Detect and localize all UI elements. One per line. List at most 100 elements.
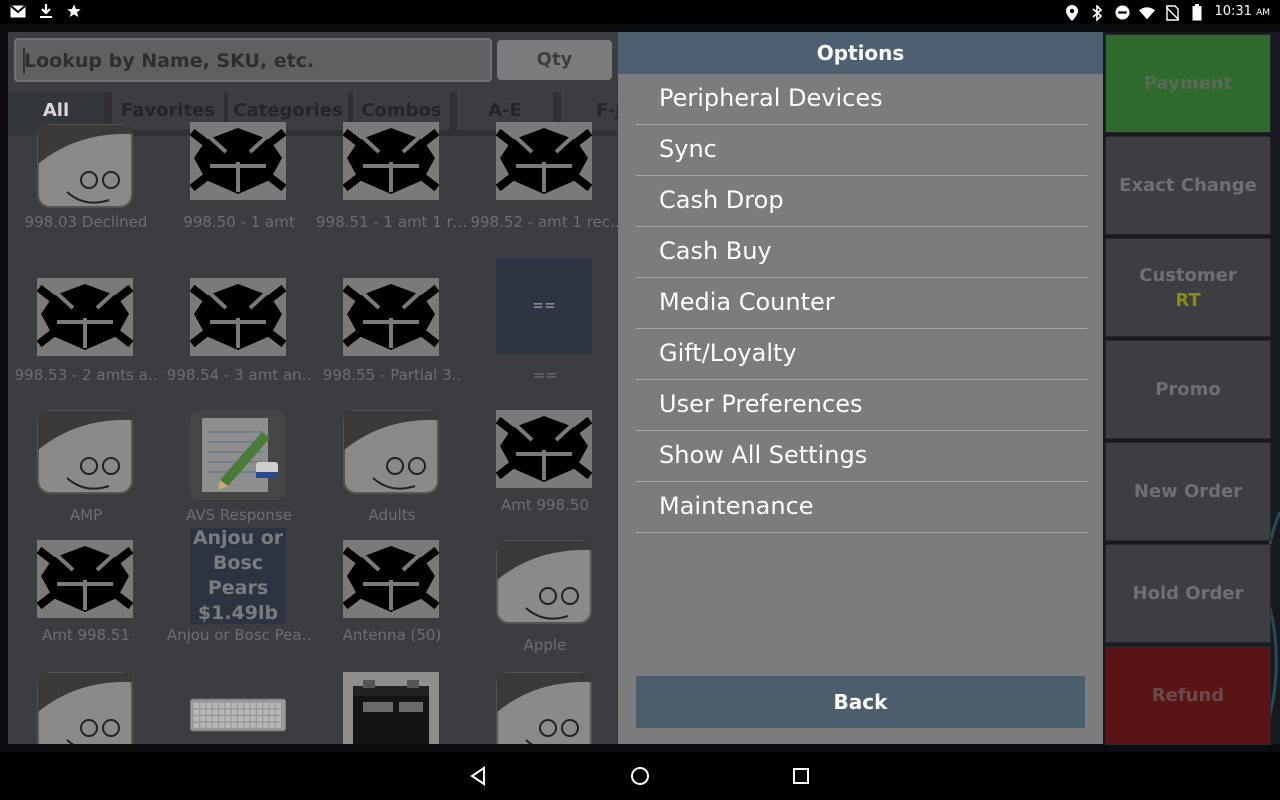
product-tile[interactable]: Adults [316,410,466,538]
product-label: 998.55 - Partial 3.. [322,366,462,384]
logo-image [189,278,287,356]
option-maintenance[interactable]: Maintenance [636,482,1087,533]
face-image [496,672,592,744]
do-not-disturb-icon [1114,5,1130,21]
back-button[interactable]: Back [636,676,1085,728]
product-tile[interactable]: 998.51 - 1 amt 1 re.. [316,122,468,272]
product-tile[interactable]: 998.54 - 3 amt an.. [163,278,313,406]
exact-change-button[interactable]: Exact Change [1105,136,1271,235]
logo-image [495,122,593,200]
product-image [189,672,287,744]
product-tile[interactable]: Amt 998.50 [469,410,618,538]
option-user-preferences[interactable]: User Preferences [636,380,1087,431]
logo-image [36,278,134,356]
search-placeholder: Lookup by Name, SKU, etc. [24,50,315,72]
product-label: 998.51 - 1 amt 1 re.. [316,213,468,231]
home-icon[interactable] [628,764,652,788]
logo-image [36,540,134,618]
battery-icon [1189,4,1205,21]
product-tile[interactable]: Amt 998.51 [10,540,160,668]
product-tile[interactable]: 998.03 Declined [10,124,160,272]
product-label: 998.50 - 1 amt [183,213,295,231]
product-pane: Lookup by Name, SKU, etc. Qty All Favori… [8,32,618,744]
product-label: 998.53 - 2 amts a.. [14,366,158,384]
face-image [37,124,133,208]
face-image [37,672,133,744]
product-image [342,278,440,362]
product-tile[interactable]: == == [469,258,618,406]
product-image [342,122,440,206]
product-image [343,672,439,744]
search-input[interactable]: Lookup by Name, SKU, etc. [14,38,492,82]
product-tile[interactable] [10,672,160,744]
product-image [37,672,133,744]
notepad-image [190,410,286,500]
product-image [190,410,286,500]
option-media-counter[interactable]: Media Counter [636,278,1087,329]
back-icon[interactable] [467,764,491,788]
face-image [37,410,133,494]
option-cash-buy[interactable]: Cash Buy [636,227,1087,278]
clock: 10:31 AM [1214,4,1270,19]
customer-value: RT [1175,289,1201,311]
product-image [36,278,134,362]
bluetooth-icon [1089,4,1105,21]
product-image [343,410,439,494]
no-sim-icon [1164,4,1180,21]
navigation-bar [0,752,1280,800]
product-image [36,540,134,624]
product-tile[interactable] [316,672,466,744]
face-image [343,410,439,494]
status-bar: 10:31 AM [0,0,1280,24]
product-label: Amt 998.51 [41,626,130,644]
product-tile[interactable]: 998.50 - 1 amt [163,122,313,272]
product-label: 998.54 - 3 amt an.. [166,366,312,384]
product-tile[interactable] [469,672,618,744]
option-sync[interactable]: Sync [636,125,1087,176]
face-image [496,540,592,624]
app-root: 10:31 AM Lookup by Name, SKU, etc. Qty A… [0,0,1280,800]
logo-image [189,122,287,200]
location-icon [1064,4,1080,21]
product-tile[interactable]: AMP [10,410,160,538]
star-icon [66,3,82,19]
product-tile[interactable]: Apple [469,540,618,668]
product-label: Antenna (50) [342,626,442,644]
product-tile[interactable]: Anjou or Bosc Pears $1.49lb Anjou or Bosc… [163,528,313,668]
product-tile[interactable]: AVS Response [163,410,313,538]
battery-image [343,672,439,744]
product-tile-text: Anjou or Bosc Pears $1.49lb [192,528,284,624]
product-label: Anjou or Bosc Pea.. [166,626,312,644]
customer-button[interactable]: Customer RT [1105,238,1271,337]
payment-button[interactable]: Payment [1105,34,1271,133]
product-tile[interactable]: 998.55 - Partial 3.. [316,278,466,406]
product-grid: 998.03 Declined 998.50 - 1 amt 998.51 - 1 … [8,122,618,744]
logo-image [342,278,440,356]
option-peripheral-devices[interactable]: Peripheral Devices [636,74,1087,125]
options-title: Options [618,32,1103,74]
product-tile[interactable]: 998.52 - amt 1 rec.. [469,122,618,272]
refund-button[interactable]: Refund [1105,646,1271,745]
recents-icon[interactable] [789,764,813,788]
download-icon [38,3,54,19]
promo-button[interactable]: Promo [1105,340,1271,439]
new-order-button[interactable]: New Order [1105,442,1271,541]
product-image [189,278,287,362]
option-gift-loyalty[interactable]: Gift/Loyalty [636,329,1087,380]
option-show-all-settings[interactable]: Show All Settings [636,431,1087,482]
product-tile[interactable]: 998.53 - 2 amts a.. [10,278,160,406]
product-label: == [532,366,558,384]
product-tile[interactable]: Antenna (50) [316,540,466,668]
product-label: AVS Response [186,506,292,524]
product-image [496,540,592,624]
product-label: 998.03 Declined [24,213,148,231]
product-image [495,122,593,206]
hold-order-button[interactable]: Hold Order [1105,544,1271,643]
qty-button[interactable]: Qty [497,40,612,80]
product-tile[interactable] [163,672,313,744]
product-label: Adults [368,506,416,524]
product-image [37,410,133,494]
product-text-tile: Anjou or Bosc Pears $1.49lb [190,528,286,624]
option-cash-drop[interactable]: Cash Drop [636,176,1087,227]
product-image [189,122,287,206]
